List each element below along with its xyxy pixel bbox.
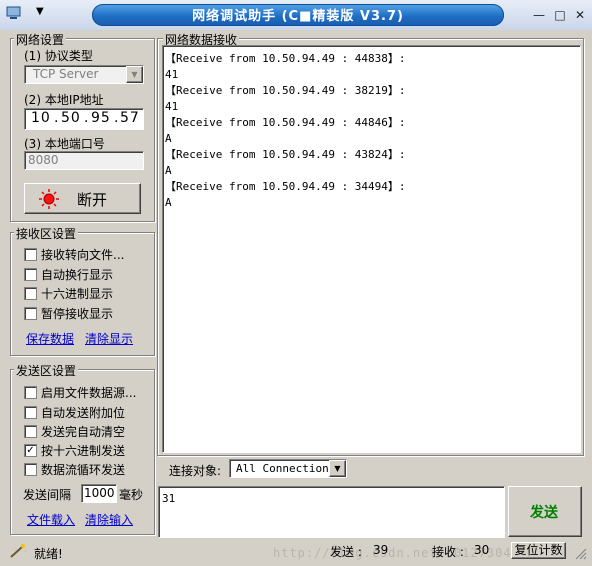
protocol-label: (1) 协议类型 [24, 49, 93, 63]
protocol-value: TCP Server [33, 67, 99, 81]
receive-textarea[interactable]: 【Receive from 10.50.94.49 : 44838】: 41 【… [162, 45, 581, 453]
checkbox[interactable] [24, 406, 37, 419]
app-icon [6, 6, 22, 20]
receive-option-label: 接收转向文件... [41, 248, 125, 262]
send-option-label: 启用文件数据源... [41, 386, 137, 400]
sent-count: 39 [373, 543, 389, 557]
send-interval-input[interactable]: 1000 [81, 484, 117, 503]
sent-label: 发送 : [330, 545, 362, 559]
maximize-icon[interactable]: □ [551, 6, 569, 24]
ip-octet-1[interactable]: 10 [31, 110, 51, 126]
chevron-down-icon[interactable]: ▼ [329, 460, 346, 477]
checkbox[interactable] [24, 287, 37, 300]
send-option-label: 数据流循环发送 [41, 463, 126, 477]
ip-octet-4[interactable]: 57 [120, 110, 140, 126]
log-line: 41 [165, 100, 179, 113]
ip-address-input[interactable]: 10 . 50 . 95 . 57 [24, 108, 144, 130]
wand-icon [9, 543, 27, 559]
ip-octet-2[interactable]: 50 [61, 110, 81, 126]
checkbox[interactable] [24, 307, 37, 320]
send-option-label: 自动发送附加位 [41, 406, 126, 420]
receive-option-label: 十六进制显示 [41, 287, 114, 301]
ip-dot: . [84, 110, 90, 126]
checkbox[interactable] [24, 463, 37, 476]
log-line: 【Receive from 10.50.94.49 : 38219】: [165, 84, 406, 97]
window-title: 网络调试助手 (C■精装版 V3.7) [192, 9, 404, 24]
system-menu[interactable]: ▼ [4, 4, 48, 24]
ip-dot: . [54, 110, 60, 126]
chevron-down-icon: ▼ [36, 6, 44, 17]
connection-select[interactable]: All Connections ▼ [229, 459, 347, 478]
minimize-icon[interactable]: — [530, 6, 548, 24]
send-interval-unit: 毫秒 [119, 488, 144, 502]
send-option-label: 发送完自动清空 [41, 425, 126, 439]
recv-label: 接收 : [432, 545, 464, 559]
close-icon[interactable]: ✕ [571, 6, 589, 24]
clear-display-link[interactable]: 清除显示 [85, 330, 133, 347]
log-line: 【Receive from 10.50.94.49 : 34494】: [165, 180, 406, 193]
recv-count: 30 [474, 543, 490, 557]
log-line: 【Receive from 10.50.94.49 : 44846】: [165, 116, 406, 129]
port-input[interactable]: 8080 [24, 151, 144, 170]
watermark: http://blog.csdn.net/u012730437 [273, 546, 528, 560]
status-light-icon [39, 189, 59, 209]
port-value: 8080 [28, 153, 59, 167]
status-ready: 就绪! [34, 547, 63, 561]
port-label: (3) 本地端口号 [24, 137, 105, 151]
log-line: 【Receive from 10.50.94.49 : 44838】: [165, 52, 406, 65]
checkbox[interactable] [24, 248, 37, 261]
protocol-select[interactable]: TCP Server ▼ [24, 65, 144, 84]
ip-label: (2) 本地IP地址 [24, 93, 104, 107]
ip-octet-3[interactable]: 95 [91, 110, 111, 126]
reset-count-button[interactable]: 复位计数 [511, 542, 566, 559]
connection-value: All Connections [236, 462, 336, 475]
log-line: A [165, 132, 172, 145]
connection-label: 连接对象: [169, 464, 222, 478]
checkbox-checked[interactable]: ✓ [24, 444, 37, 457]
ip-dot: . [114, 110, 120, 126]
file-load-link[interactable]: 文件载入 [27, 511, 75, 528]
network-settings-title: 网络设置 [14, 31, 67, 48]
send-option-label: 按十六进制发送 [41, 444, 126, 458]
send-interval-label: 发送间隔 [23, 488, 72, 502]
receive-option-label: 暂停接收显示 [41, 307, 114, 321]
clear-input-link[interactable]: 清除输入 [85, 511, 133, 528]
log-line: 41 [165, 68, 179, 81]
disconnect-label: 断开 [77, 191, 108, 209]
chevron-down-icon[interactable]: ▼ [126, 66, 143, 83]
receive-settings-title: 接收区设置 [14, 225, 79, 242]
send-button-label: 发送 [530, 505, 558, 521]
receive-log: 【Receive from 10.50.94.49 : 44838】: 41 【… [165, 51, 406, 211]
log-line: 【Receive from 10.50.94.49 : 43824】: [165, 148, 406, 161]
checkbox[interactable] [24, 425, 37, 438]
save-data-link[interactable]: 保存数据 [26, 330, 74, 347]
send-interval-value: 1000 [84, 486, 115, 500]
receive-option-label: 自动换行显示 [41, 268, 114, 282]
disconnect-button[interactable]: 断开 [24, 183, 141, 214]
send-settings-title: 发送区设置 [14, 362, 79, 379]
resize-grip-icon[interactable] [575, 548, 587, 560]
reset-count-label: 复位计数 [514, 543, 563, 557]
log-line: A [165, 196, 172, 209]
send-textarea[interactable]: 31 [158, 486, 505, 538]
send-button[interactable]: 发送 [508, 486, 582, 537]
send-text: 31 [162, 492, 176, 505]
checkbox[interactable] [24, 386, 37, 399]
checkbox[interactable] [24, 268, 37, 281]
log-line: A [165, 164, 172, 177]
